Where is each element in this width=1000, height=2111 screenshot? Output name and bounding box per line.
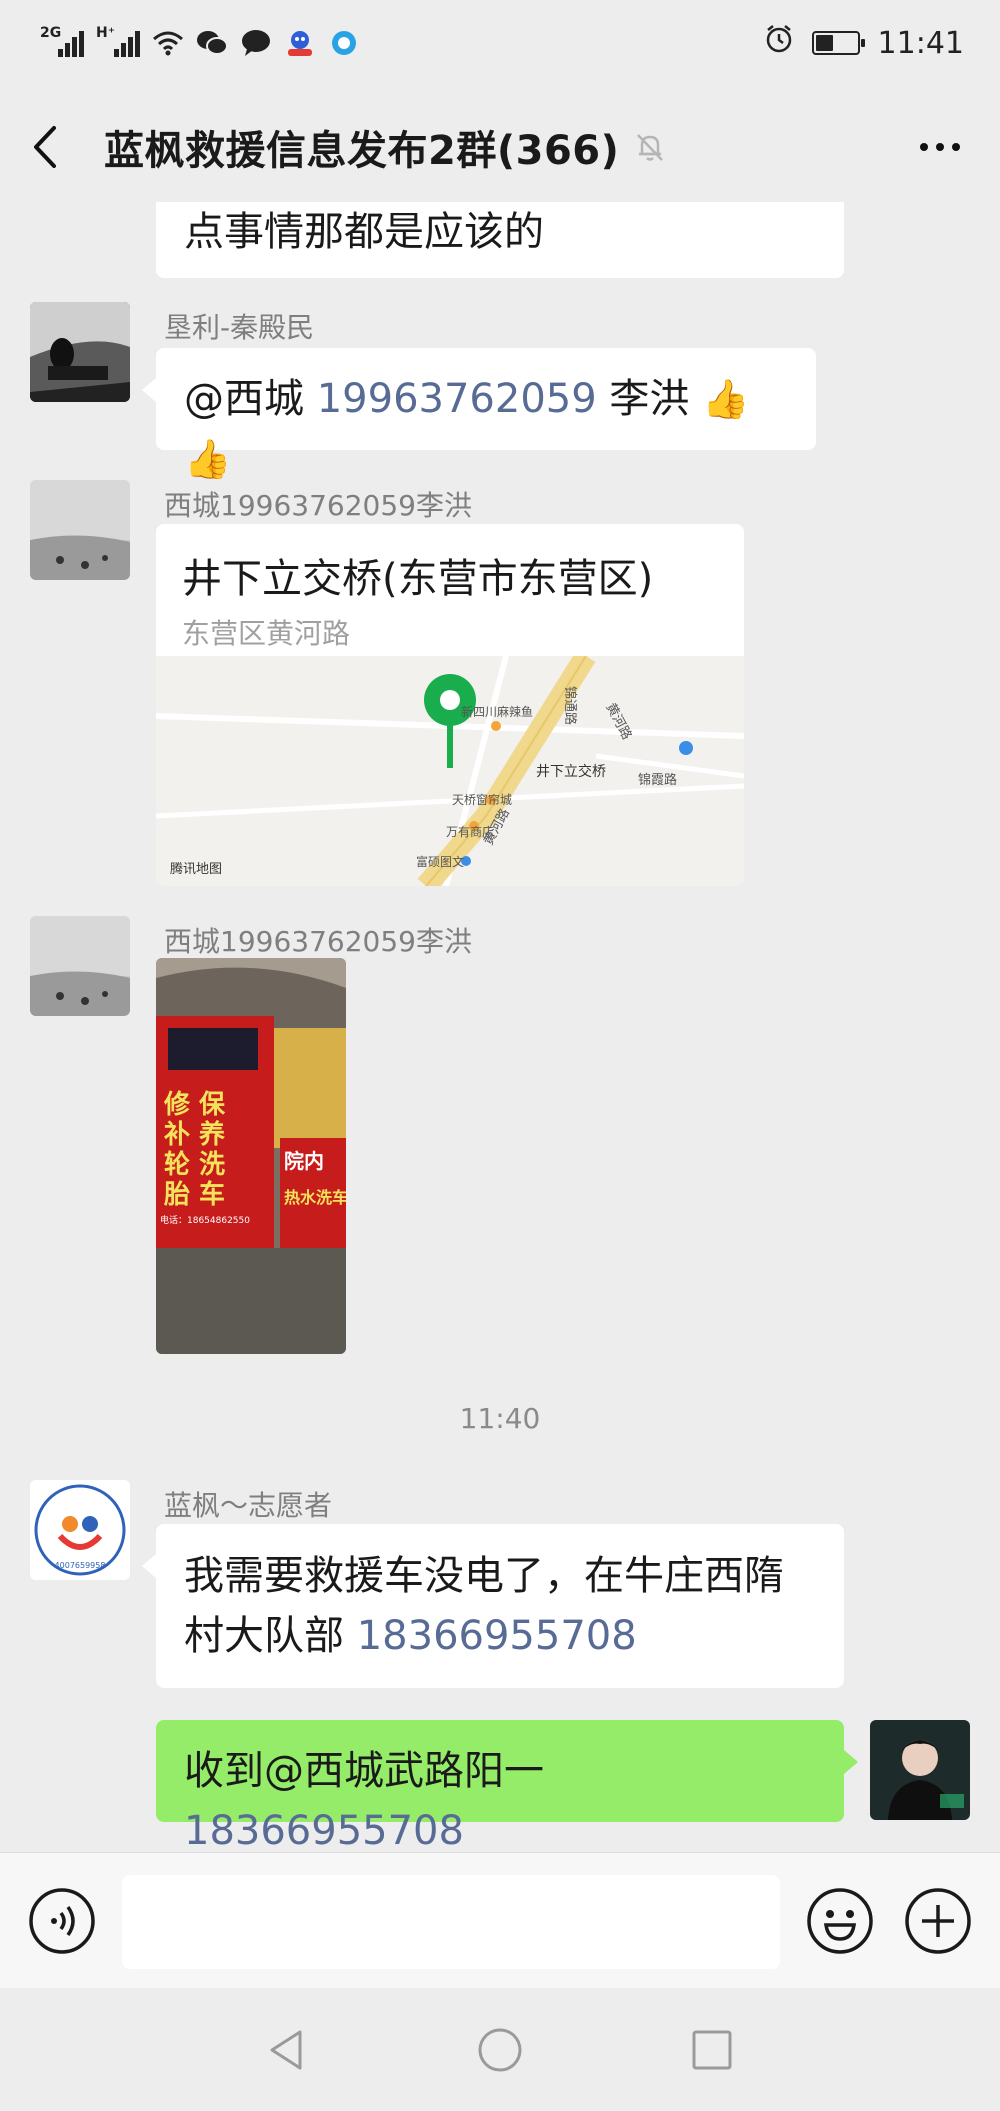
system-nav-bar <box>0 1988 1000 2111</box>
avatar[interactable] <box>30 302 130 402</box>
message-text: 李洪 <box>596 376 703 422</box>
battery-icon <box>811 31 865 55</box>
photo-sign-text: 轮 洗 <box>164 1150 225 1180</box>
photo-sign-text: 补 养 <box>164 1119 225 1150</box>
map-label-poi: 富硕图文 <box>416 854 464 869</box>
avatar[interactable] <box>30 480 130 580</box>
map-label-road: 锦通路 <box>562 686 578 725</box>
voice-icon[interactable] <box>28 1887 96 1959</box>
status-bar: 2G H⁺ 11:41 <box>0 0 1000 86</box>
message-bubble-self[interactable]: 收到@西城武路阳一 18366955708 <box>156 1720 858 1852</box>
message-text: @西城 <box>184 376 317 422</box>
photo-sign-text: 院内 <box>284 1149 324 1173</box>
avatar-text: 4007659958 <box>55 1561 106 1570</box>
map-logo: 腾讯地图 <box>170 861 222 877</box>
location-map[interactable]: 新四川麻辣鱼 井下立交桥 天桥窗帘城 万有商店 富硕图文 锦霞路 锦通路 黄河路… <box>156 656 744 886</box>
location-card[interactable]: 井下立交桥(东营市东营区) 东营区黄河路 新四川麻辣鱼 井下立交桥 天桥窗帘城 … <box>156 524 744 886</box>
signal-2g-icon: 2G <box>40 25 84 57</box>
more-menu-icon[interactable] <box>910 133 970 161</box>
message-bubble[interactable]: 点事情那都是应该的 <box>156 202 844 278</box>
mute-bell-icon <box>633 130 667 164</box>
location-address: 东营区黄河路 <box>182 617 351 650</box>
message-input[interactable] <box>122 1875 780 1969</box>
photo-sign-text: 热水洗车 <box>284 1188 346 1207</box>
photo-sign-phone: 电话：18654862550 <box>160 1214 250 1226</box>
map-label-poi: 天桥窗帘城 <box>452 792 512 807</box>
sender-name: 西城19963762059李洪 <box>164 489 472 522</box>
title-bar: 蓝枫救援信息发布2群(366) <box>0 92 1000 202</box>
map-label-bridge: 井下立交桥 <box>536 763 606 780</box>
wechat-icon <box>196 27 228 59</box>
sender-name: 蓝枫～志愿者 <box>164 1489 333 1522</box>
map-label-road: 锦霞路 <box>638 772 677 788</box>
map-label-poi: 新四川麻辣鱼 <box>461 704 533 719</box>
browser-icon <box>328 27 360 59</box>
status-time: 11:41 <box>877 25 964 61</box>
emoji-icon[interactable] <box>806 1887 874 1959</box>
back-arrow-icon[interactable] <box>30 117 80 177</box>
alarm-icon <box>764 24 794 62</box>
location-title: 井下立交桥(东营市东营区) <box>182 556 654 602</box>
message-text: 村大队部 <box>184 1613 357 1659</box>
message-icon <box>240 27 272 59</box>
sender-name: 西城19963762059李洪 <box>164 925 472 958</box>
avatar[interactable]: 4007659958 <box>30 1480 130 1580</box>
signal-h-icon: H⁺ <box>96 25 140 57</box>
phone-link[interactable]: 18366955708 <box>357 1613 637 1659</box>
input-bar <box>0 1852 1000 1988</box>
wifi-icon <box>152 27 184 59</box>
photo-message[interactable]: 修 保 补 养 轮 洗 胎 车 电话：18654862550 院内 热水洗车 <box>156 958 346 1354</box>
baidu-icon <box>284 27 316 59</box>
photo-sign-text: 修 保 <box>163 1089 226 1120</box>
nav-back-icon[interactable] <box>262 2026 310 2078</box>
timestamp: 11:40 <box>459 1402 541 1435</box>
phone-link[interactable]: 18366955708 <box>184 1808 464 1852</box>
avatar[interactable] <box>30 916 130 1016</box>
nav-recents-icon[interactable] <box>688 2026 736 2078</box>
message-text: 我需要救援车没电了，在牛庄西隋 <box>184 1553 784 1599</box>
message-text: 点事情那都是应该的 <box>184 209 544 255</box>
sender-name: 垦利-秦殿民 <box>164 311 315 344</box>
photo-sign-text: 胎 车 <box>163 1179 225 1210</box>
phone-link[interactable]: 19963762059 <box>317 376 597 422</box>
message-bubble[interactable]: @西城 19963762059 李洪 👍👍 <box>142 348 816 481</box>
nav-home-icon[interactable] <box>476 2026 524 2078</box>
avatar-self[interactable] <box>870 1720 970 1820</box>
chat-area[interactable]: 点事情那都是应该的 垦利-秦殿民 @西城 19963762059 李洪 👍👍 西… <box>0 202 1000 1852</box>
plus-icon[interactable] <box>904 1887 972 1959</box>
message-text: 收到@西城武路阳一 <box>184 1748 544 1794</box>
message-bubble[interactable]: 我需要救援车没电了，在牛庄西隋 村大队部 18366955708 <box>142 1524 844 1688</box>
chat-title: 蓝枫救援信息发布2群(366) <box>104 128 620 174</box>
